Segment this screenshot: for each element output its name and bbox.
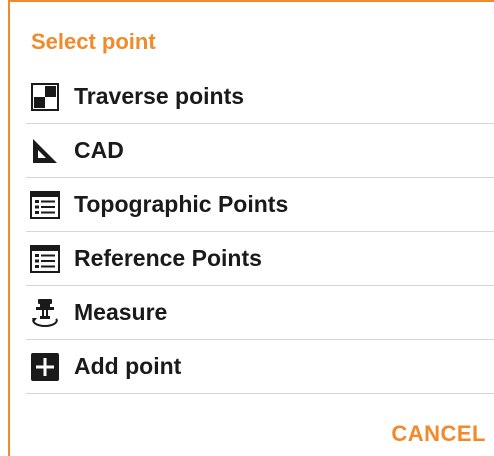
list-item-measure[interactable]: Measure [26,286,494,340]
point-source-list: Traverse points CAD Topographic Points R… [26,70,494,394]
list-item-label: Reference Points [74,245,262,271]
select-point-dialog: Select point Traverse points CAD Topogra… [8,0,494,456]
point-list-icon [28,188,62,222]
list-item-reference-points[interactable]: Reference Points [26,232,494,286]
point-list-icon [28,242,62,276]
traverse-points-icon [28,80,62,114]
list-item-label: Measure [74,299,168,325]
set-square-icon [28,134,62,168]
list-item-topographic-points[interactable]: Topographic Points [26,178,494,232]
list-item-add-point[interactable]: Add point [26,340,494,394]
survey-instrument-icon [28,296,62,330]
list-item-cad[interactable]: CAD [26,124,494,178]
cancel-button[interactable]: CANCEL [391,421,486,447]
list-item-label: CAD [74,137,124,163]
list-item-traverse-points[interactable]: Traverse points [26,70,494,124]
list-item-label: Add point [74,353,182,379]
plus-box-icon [28,350,62,384]
dialog-title: Select point [31,29,156,54]
list-item-label: Topographic Points [74,191,289,217]
list-item-label: Traverse points [74,83,245,109]
